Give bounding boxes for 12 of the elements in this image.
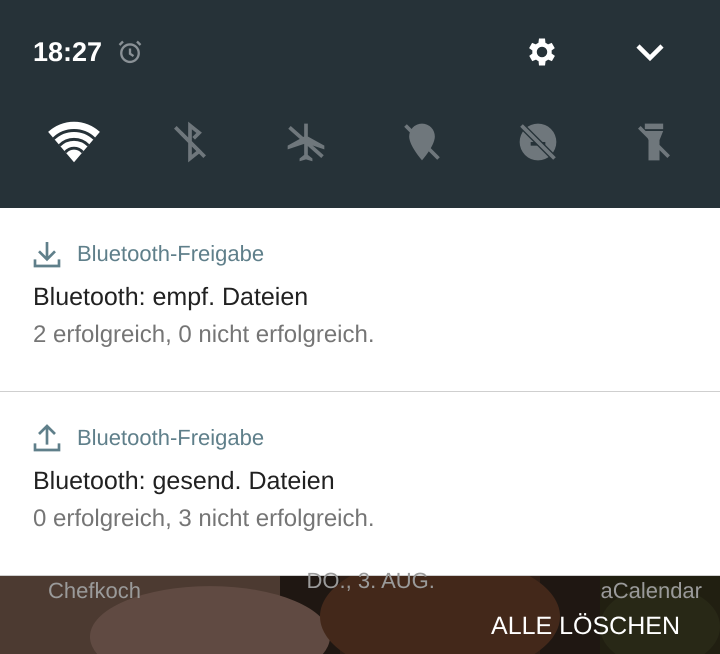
app-name: Bluetooth-Freigabe [77,241,264,267]
clear-all-button[interactable]: ALLE LÖSCHEN [491,612,680,641]
app-name: Bluetooth-Freigabe [77,425,264,451]
app-label: Chefkoch [48,578,141,604]
clock-time: 18:27 [33,36,102,68]
notification-text: 2 erfolgreich, 0 nicht erfolgreich. [33,321,376,349]
notification-title: Bluetooth: gesend. Dateien [33,467,336,496]
notification-text: 0 erfolgreich, 3 nicht erfolgreich. [33,505,376,533]
upload-icon [31,422,63,454]
notification-title: Bluetooth: empf. Dateien [33,283,310,312]
app-label: aCalendar [600,578,702,604]
notification-card[interactable]: Bluetooth-Freigabe Bluetooth: empf. Dateien 2 erfolgreich, 0 nicht erfolgreich. [0,208,720,392]
